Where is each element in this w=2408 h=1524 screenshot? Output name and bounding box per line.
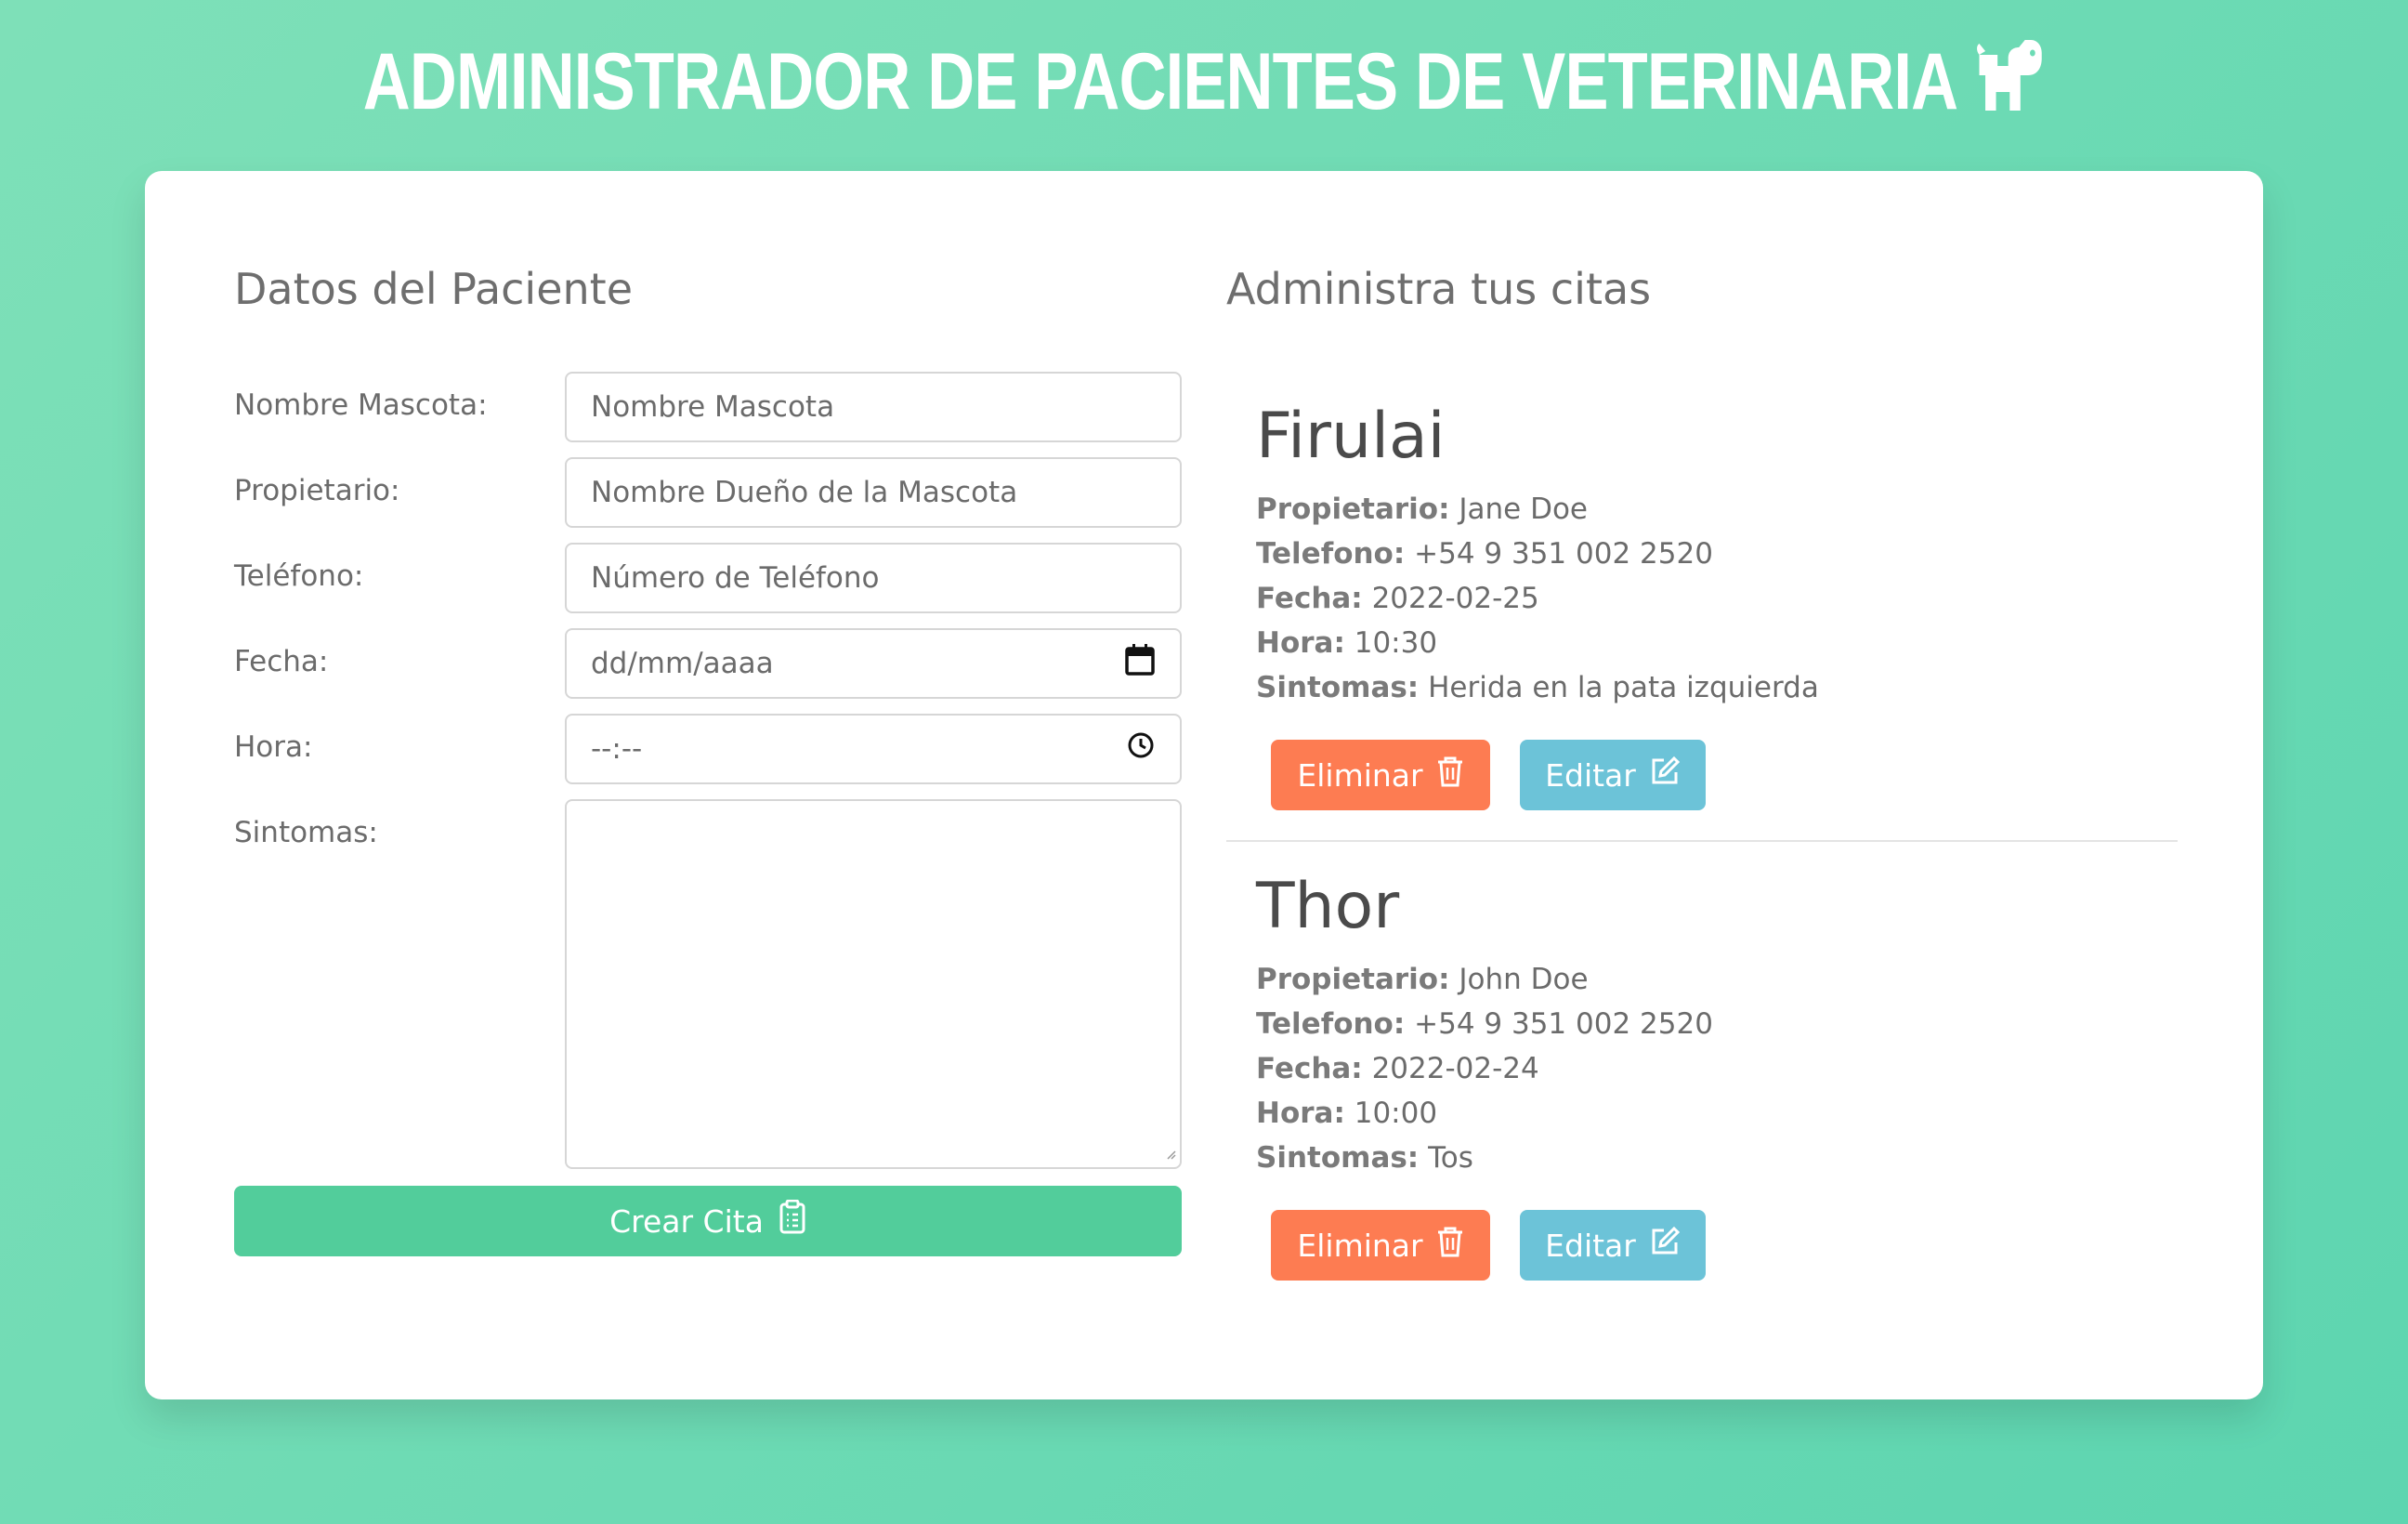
date-value: 2022-02-25 <box>1371 582 1539 615</box>
appointment-date: Fecha: 2022-02-25 <box>1256 582 1539 615</box>
pet-name-input[interactable]: Nombre Mascota <box>565 372 1182 442</box>
appointment-phone: Telefono: +54 9 351 002 2520 <box>1256 537 1713 571</box>
calendar-icon[interactable] <box>1124 643 1156 684</box>
time-value: 10:30 <box>1354 626 1438 660</box>
date-input[interactable]: dd/mm/aaaa <box>565 628 1182 699</box>
trash-icon <box>1436 1226 1464 1265</box>
resize-handle-icon[interactable] <box>1165 1146 1176 1163</box>
symptoms-label: Sintomas: <box>234 816 378 849</box>
edit-button[interactable]: Editar <box>1520 740 1706 810</box>
appointments-title: Administra tus citas <box>1226 264 1652 314</box>
owner-key: Propietario: <box>1256 493 1450 526</box>
create-appointment-button[interactable]: Crear Cita <box>234 1186 1182 1256</box>
appointment-phone: Telefono: +54 9 351 002 2520 <box>1256 1007 1713 1041</box>
clock-icon[interactable] <box>1126 730 1156 768</box>
phone-value: +54 9 351 002 2520 <box>1414 1007 1713 1041</box>
create-appointment-label: Crear Cita <box>609 1202 764 1240</box>
delete-label: Eliminar <box>1297 756 1423 794</box>
appointment-owner: Propietario: Jane Doe <box>1256 493 1588 526</box>
date-value: 2022-02-24 <box>1371 1052 1539 1085</box>
owner-key: Propietario: <box>1256 963 1450 996</box>
date-key: Fecha: <box>1256 1052 1363 1085</box>
time-input[interactable]: --:-- <box>565 714 1182 784</box>
phone-value: +54 9 351 002 2520 <box>1414 537 1713 571</box>
appointment-divider <box>1226 840 2178 842</box>
appointment-symptoms: Sintomas: Tos <box>1256 1141 1473 1175</box>
app-title: ADMINISTRADOR DE PACIENTES DE VETERINARI… <box>216 35 2190 132</box>
appointment-pet-name: Thor <box>1256 870 1400 943</box>
date-label: Fecha: <box>234 645 329 678</box>
edit-button[interactable]: Editar <box>1520 1210 1706 1281</box>
main-card: Datos del Paciente Nombre Mascota: Nombr… <box>145 171 2263 1399</box>
appointment-pet-name: Firulai <box>1256 400 1446 473</box>
edit-label: Editar <box>1545 1227 1636 1264</box>
appointment-owner: Propietario: John Doe <box>1256 963 1589 996</box>
trash-icon <box>1436 755 1464 795</box>
delete-button[interactable]: Eliminar <box>1271 740 1490 810</box>
owner-label: Propietario: <box>234 474 400 507</box>
appointment-date: Fecha: 2022-02-24 <box>1256 1052 1539 1085</box>
time-key: Hora: <box>1256 1097 1345 1130</box>
pet-name-label: Nombre Mascota: <box>234 388 488 422</box>
clipboard-icon <box>779 1199 806 1242</box>
pet-name-placeholder: Nombre Mascota <box>591 390 835 424</box>
time-value: 10:00 <box>1354 1097 1438 1130</box>
appointment-time: Hora: 10:00 <box>1256 1097 1437 1130</box>
time-label: Hora: <box>234 730 313 764</box>
owner-input[interactable]: Nombre Dueño de la Mascota <box>565 457 1182 528</box>
phone-label: Teléfono: <box>234 559 364 593</box>
symptoms-key: Sintomas: <box>1256 671 1420 704</box>
symptoms-key: Sintomas: <box>1256 1141 1420 1175</box>
appointment-symptoms: Sintomas: Herida en la pata izquierda <box>1256 671 1819 704</box>
delete-button[interactable]: Eliminar <box>1271 1210 1490 1281</box>
date-key: Fecha: <box>1256 582 1363 615</box>
date-placeholder: dd/mm/aaaa <box>591 647 774 680</box>
phone-input[interactable]: Número de Teléfono <box>565 543 1182 613</box>
symptoms-textarea[interactable] <box>565 799 1182 1169</box>
appointment-time: Hora: 10:30 <box>1256 626 1437 660</box>
owner-placeholder: Nombre Dueño de la Mascota <box>591 476 1018 509</box>
phone-placeholder: Número de Teléfono <box>591 561 880 595</box>
time-placeholder: --:-- <box>591 732 643 766</box>
owner-value: John Doe <box>1459 963 1589 996</box>
delete-label: Eliminar <box>1297 1227 1423 1264</box>
symptoms-value: Herida en la pata izquierda <box>1428 671 1819 704</box>
form-title: Datos del Paciente <box>234 264 634 314</box>
dog-icon <box>1974 38 2043 132</box>
app-title-text: ADMINISTRADOR DE PACIENTES DE VETERINARI… <box>362 37 1958 126</box>
phone-key: Telefono: <box>1256 1007 1406 1041</box>
symptoms-value: Tos <box>1428 1141 1473 1175</box>
edit-icon <box>1649 755 1681 795</box>
time-key: Hora: <box>1256 626 1345 660</box>
edit-label: Editar <box>1545 756 1636 794</box>
owner-value: Jane Doe <box>1459 493 1588 526</box>
phone-key: Telefono: <box>1256 537 1406 571</box>
edit-icon <box>1649 1226 1681 1265</box>
